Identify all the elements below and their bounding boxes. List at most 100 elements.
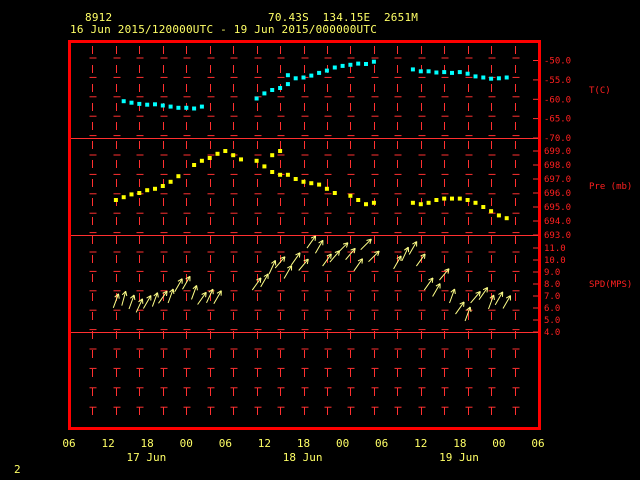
x-tick-label: 00: [180, 437, 193, 450]
x-tick-label: 12: [414, 437, 427, 450]
temperature-point: [450, 70, 454, 75]
wind-arrow: [336, 242, 349, 254]
temperature-point: [340, 63, 345, 68]
pressure-point: [426, 200, 431, 205]
pressure-point: [168, 179, 173, 184]
wind-arrow-head: [486, 287, 489, 293]
wind-arrow: [415, 253, 426, 267]
temperature-point: [285, 82, 290, 87]
x-tick-label: 06: [219, 437, 232, 450]
pressure-point: [481, 205, 486, 209]
y-tick-label: -50.0: [544, 57, 571, 67]
temperature-point: [364, 62, 368, 66]
wind-arrow-head: [454, 288, 456, 294]
pressure-point: [192, 163, 197, 167]
wind-arrow: [314, 239, 324, 254]
x-tick-label: 18: [141, 437, 154, 450]
temperature-point: [184, 105, 189, 110]
x-date-label: 19 Jun: [439, 451, 479, 464]
temperature-point: [371, 59, 376, 64]
y-tick-label: 6.0: [544, 304, 560, 314]
temperature-point: [168, 104, 173, 109]
temperature-point: [434, 70, 439, 75]
temperature-point: [145, 102, 150, 107]
panel-title-wind: SPD(MPS): [589, 280, 632, 290]
pressure-point: [145, 188, 150, 193]
pressure-point: [176, 174, 181, 179]
wind-arrow: [423, 277, 434, 291]
wind-arrow: [488, 294, 495, 310]
pressure-point: [153, 186, 157, 191]
pressure-point: [410, 200, 415, 205]
x-tick-label: 18: [453, 437, 466, 450]
temperature-point: [442, 70, 447, 75]
wind-arrow: [142, 295, 152, 309]
panel-title-temperature: T(C): [589, 86, 611, 96]
temperature-point: [465, 71, 470, 76]
pressure-point: [223, 149, 228, 153]
pressure-point: [215, 151, 220, 156]
wind-arrow: [121, 290, 128, 306]
wind-arrow-head: [196, 285, 198, 291]
pressure-point: [418, 202, 423, 207]
pressure-point: [121, 195, 126, 200]
temperature-point: [356, 61, 361, 66]
temperature-point: [153, 102, 157, 107]
wind-arrow: [260, 273, 269, 288]
temperature-point: [489, 76, 494, 81]
pressure-point: [207, 156, 212, 160]
y-tick-label: 695.0: [544, 203, 571, 213]
temperature-point: [481, 75, 486, 80]
temperature-point: [137, 101, 142, 106]
wind-arrow: [449, 288, 456, 304]
wind-arrow: [455, 301, 465, 315]
y-tick-label: 5.0: [544, 316, 560, 326]
temperature-point: [301, 75, 306, 80]
pressure-point: [113, 198, 118, 202]
pressure-point: [262, 164, 267, 169]
pressure-point: [270, 170, 275, 174]
wind-arrow-head: [424, 253, 426, 259]
wind-arrow-head: [298, 252, 301, 258]
x-tick-label: 06: [62, 437, 75, 450]
wind-arrow-head: [205, 292, 207, 298]
label-layer: -50.0 -55.0 -60.0 -65.0 -70.0 T(C) 699.0 698.0 6…: [62, 57, 632, 465]
wind-arrow: [213, 290, 222, 304]
wind-arrow: [368, 250, 380, 263]
wind-arrow-head: [172, 288, 175, 294]
wind-arrow-head: [166, 291, 168, 297]
wind-arrow: [322, 253, 332, 267]
y-tick-label: 699.0: [544, 147, 571, 157]
pressure-point: [434, 198, 439, 202]
temperature-point: [160, 103, 165, 108]
pressure-point: [270, 153, 275, 158]
pressure-point: [301, 179, 306, 184]
temperature-point: [285, 73, 290, 78]
wind-arrow: [290, 252, 301, 266]
pressure-point: [129, 192, 134, 197]
wind-arrow: [182, 275, 191, 290]
wind-arrow: [306, 235, 317, 249]
y-tick-label: -70.0: [544, 134, 571, 144]
y-tick-label: -65.0: [544, 115, 571, 125]
x-date-label: 17 Jun: [126, 451, 166, 464]
wind-arrow: [283, 265, 293, 279]
wind-arrow: [268, 259, 277, 275]
pressure-point: [457, 196, 462, 201]
y-tick-label: 9.0: [544, 268, 560, 278]
pressure-point: [496, 213, 501, 218]
y-tick-label: -55.0: [544, 76, 571, 86]
temperature-point: [129, 100, 134, 105]
wind-arrow: [174, 278, 183, 292]
pressure-point: [278, 149, 283, 153]
wind-arrow: [167, 288, 175, 304]
wind-arrow-head: [361, 258, 363, 264]
x-date-label: 18 Jun: [283, 451, 323, 464]
pressure-point: [348, 193, 353, 198]
wind-arrow: [158, 290, 168, 304]
data-layer: [112, 59, 511, 322]
y-tick-label: 694.0: [544, 217, 571, 227]
temperature-point: [309, 73, 314, 78]
pressure-point: [324, 186, 329, 191]
x-tick-label: 12: [101, 437, 114, 450]
